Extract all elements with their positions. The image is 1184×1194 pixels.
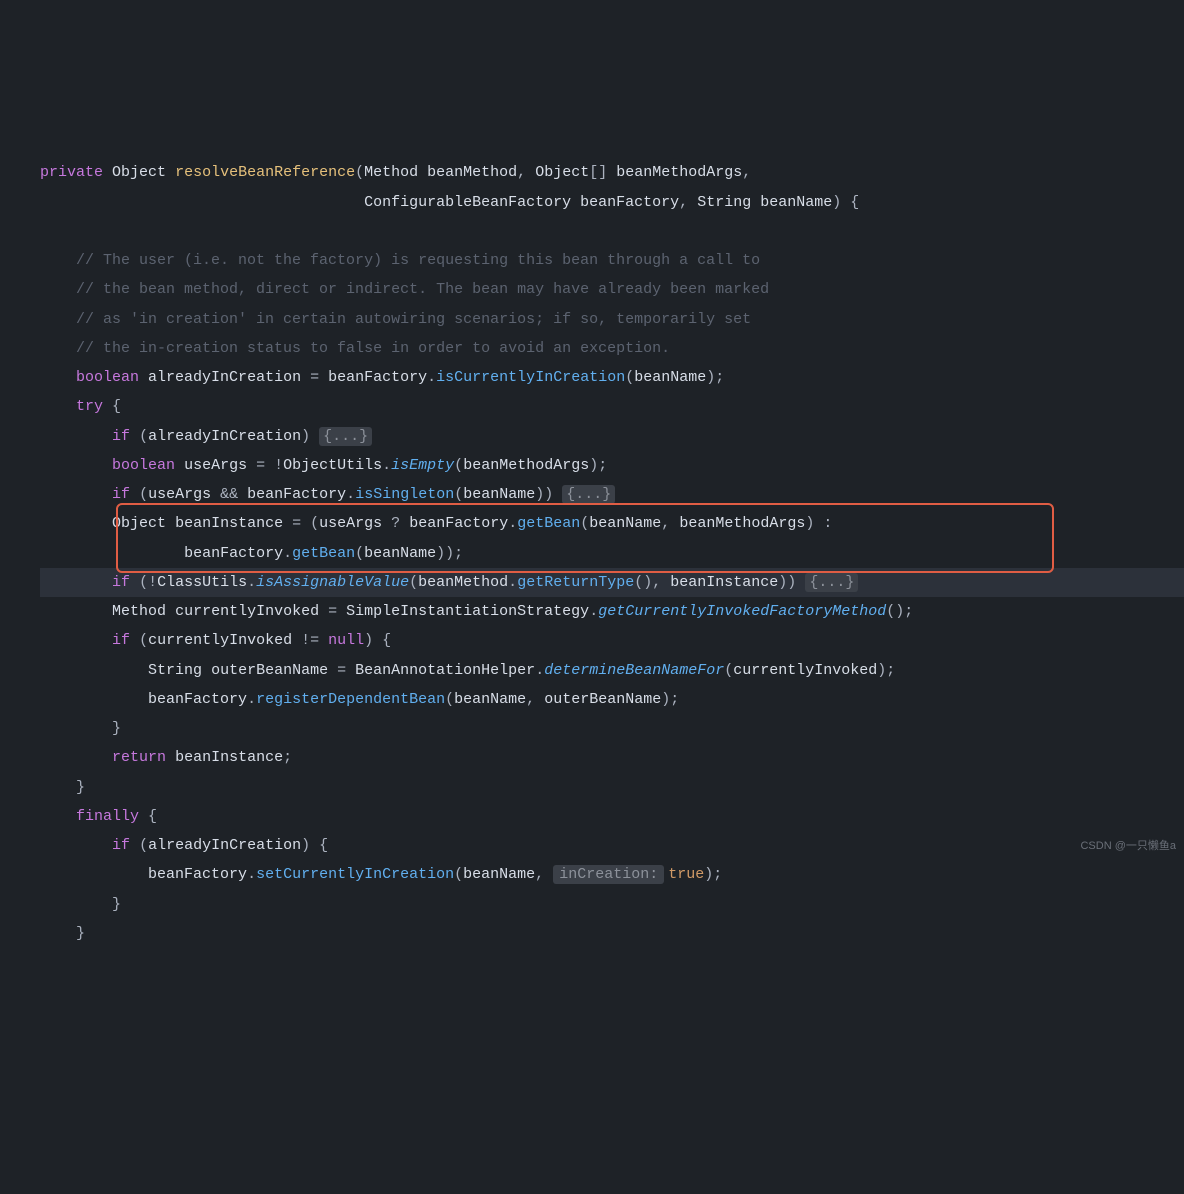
type-object: Object: [112, 164, 166, 181]
highlight-annotation: [116, 503, 1054, 573]
comment: // The user (i.e. not the factory) is re…: [76, 252, 760, 269]
highlighted-line: if (!ClassUtils.isAssignableValue(beanMe…: [40, 568, 1184, 597]
fold-marker[interactable]: {...}: [319, 427, 372, 446]
keyword-private: private: [40, 164, 103, 181]
comment: // as 'in creation' in certain autowirin…: [76, 311, 751, 328]
method-name: resolveBeanReference: [175, 164, 355, 181]
fold-marker[interactable]: {...}: [562, 485, 615, 504]
comment: // the bean method, direct or indirect. …: [76, 281, 769, 298]
code-line: private Object resolveBeanReference(Meth…: [40, 164, 1184, 942]
code-editor[interactable]: private Object resolveBeanReference(Meth…: [40, 129, 1184, 977]
watermark: CSDN @一只懒鱼a: [1080, 836, 1176, 857]
comment: // the in-creation status to false in or…: [76, 340, 670, 357]
fold-marker[interactable]: {...}: [805, 573, 858, 592]
param-hint: inCreation:: [553, 865, 664, 884]
